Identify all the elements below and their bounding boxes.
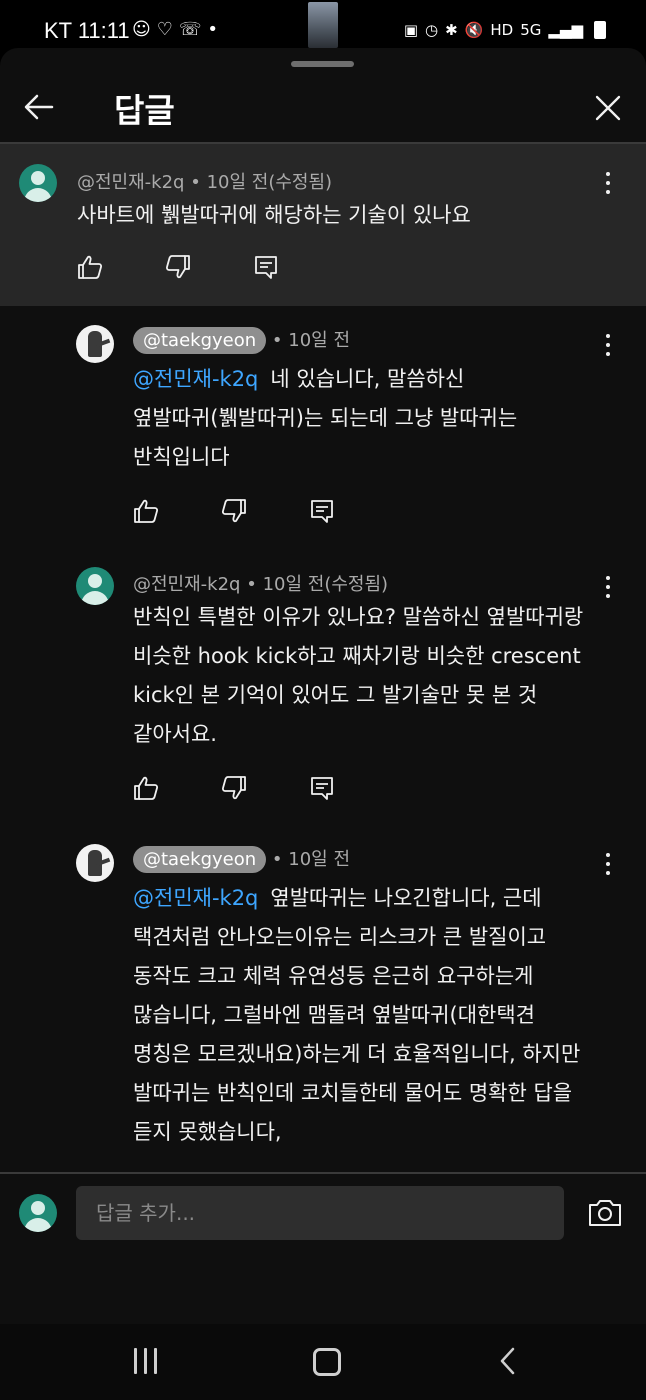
- notification-icon: ♡: [156, 19, 173, 40]
- camera-button[interactable]: [588, 1198, 622, 1228]
- creator-author-chip[interactable]: @taekgyeon: [133, 327, 267, 354]
- close-icon: [595, 95, 621, 121]
- like-button[interactable]: [77, 254, 103, 280]
- avatar[interactable]: [76, 844, 114, 882]
- status-left-icons: ☺ ♡ ☏ •: [132, 18, 218, 42]
- more-options-button[interactable]: [602, 574, 614, 600]
- creator-author-chip[interactable]: @taekgyeon: [133, 846, 267, 873]
- thumbs-up-icon: [134, 776, 159, 800]
- comment-icon: [311, 777, 333, 800]
- comment-meta: @taekgyeon • 10일 전: [133, 845, 350, 873]
- mute-icon: 🔇: [464, 21, 484, 39]
- status-time: KT 11:11: [44, 18, 130, 43]
- thumbs-down-icon: [221, 499, 246, 523]
- bluetooth-icon: ✱: [445, 21, 458, 39]
- reply-composer: [0, 1172, 646, 1250]
- comment-actions: [133, 498, 397, 524]
- reply-body: 옆발따귀는 나오긴합니다, 근데 택견처럼 안나오는이유는 리스크가 큰 발질이고…: [133, 886, 581, 1144]
- comment-time: 10일 전(수정됨): [206, 172, 333, 193]
- comment-text: 반칙인 특별한 이유가 있나요? 말씀하신 옆발따귀랑 비슷한 hook kick…: [133, 598, 623, 754]
- nfc-icon: ▣: [403, 21, 419, 39]
- comment-author[interactable]: @전민재-k2q: [133, 574, 240, 595]
- thumbs-up-icon: [78, 255, 103, 279]
- hd-icon: HD: [490, 21, 514, 39]
- comment-time: 10일 전: [288, 849, 351, 870]
- comment-meta: @전민재-k2q • 10일 전(수정됨): [133, 574, 389, 595]
- media-thumbnail: [308, 2, 338, 48]
- page-title: 답글: [114, 91, 175, 130]
- thumbs-down-icon: [165, 255, 190, 279]
- like-button[interactable]: [133, 775, 159, 801]
- reply-input[interactable]: [76, 1186, 564, 1240]
- thumbs-up-icon: [134, 499, 159, 523]
- comment-author[interactable]: @전민재-k2q: [77, 172, 184, 193]
- comment-text: @전민재-k2q 네 있습니다, 말씀하신 옆발따귀(뷁발따귀)는 되는데 그냥 발…: [133, 360, 613, 477]
- reply-button[interactable]: [309, 498, 335, 524]
- dislike-button[interactable]: [221, 498, 247, 524]
- system-back-button[interactable]: [498, 1346, 518, 1376]
- mention-link[interactable]: @전민재-k2q: [133, 367, 258, 391]
- comment-actions: [133, 775, 397, 801]
- more-notifications-icon: •: [207, 19, 219, 40]
- system-nav-bar: [0, 1324, 646, 1400]
- signal-icon: ▂▄▆: [548, 21, 583, 39]
- comment-meta: @전민재-k2q • 10일 전(수정됨): [77, 172, 333, 193]
- comment-icon: [255, 256, 277, 279]
- like-button[interactable]: [133, 498, 159, 524]
- comment-meta: @taekgyeon • 10일 전: [133, 326, 350, 354]
- reply-button[interactable]: [253, 254, 279, 280]
- comment-icon: [311, 500, 333, 523]
- avatar[interactable]: [76, 325, 114, 363]
- arrow-left-icon: [24, 94, 54, 120]
- avatar: [19, 1194, 57, 1232]
- comment-time: 10일 전: [288, 330, 351, 351]
- reply-body: 반칙인 특별한 이유가 있나요? 말씀하신 옆발따귀랑 비슷한 hook kick…: [133, 605, 584, 746]
- mention-link[interactable]: @전민재-k2q: [133, 886, 258, 910]
- battery-icon: [594, 21, 606, 39]
- notification-icon: ☺: [132, 19, 151, 40]
- comment-actions: [77, 254, 341, 280]
- chevron-left-icon: [500, 1347, 515, 1375]
- more-options-button[interactable]: [602, 851, 614, 877]
- sheet-header: 답글: [0, 72, 646, 142]
- alarm-icon: ◷: [425, 21, 439, 39]
- home-button[interactable]: [313, 1348, 341, 1376]
- drag-handle[interactable]: [291, 61, 354, 67]
- status-right-icons: ▣ ◷ ✱ 🔇 HD 5G ▂▄▆: [404, 18, 606, 42]
- recents-button[interactable]: [134, 1348, 158, 1374]
- comment-time: 10일 전(수정됨): [262, 574, 389, 595]
- back-button[interactable]: [22, 90, 56, 124]
- more-options-button[interactable]: [602, 332, 614, 358]
- thumbs-down-icon: [221, 776, 246, 800]
- network-5g-icon: 5G: [520, 21, 542, 39]
- replies-sheet: 답글 @전민재-k2q • 10일 전(수정됨) 사바트에 뷁발따귀에 해당하는…: [0, 48, 646, 1324]
- avatar[interactable]: [19, 164, 57, 202]
- comment-text: 사바트에 뷁발따귀에 해당하는 기술이 있나요: [77, 203, 471, 227]
- comment-text: @전민재-k2q 옆발따귀는 나오긴합니다, 근데 택견처럼 안나오는이유는 리스크…: [133, 879, 623, 1152]
- dislike-button[interactable]: [221, 775, 247, 801]
- reply-button[interactable]: [309, 775, 335, 801]
- parent-comment: @전민재-k2q • 10일 전(수정됨) 사바트에 뷁발따귀에 해당하는 기술…: [0, 144, 646, 306]
- call-icon: ☏: [178, 19, 202, 40]
- dislike-button[interactable]: [165, 254, 191, 280]
- avatar[interactable]: [76, 567, 114, 605]
- camera-icon: [589, 1200, 621, 1226]
- more-options-button[interactable]: [602, 170, 614, 196]
- close-button[interactable]: [592, 92, 624, 124]
